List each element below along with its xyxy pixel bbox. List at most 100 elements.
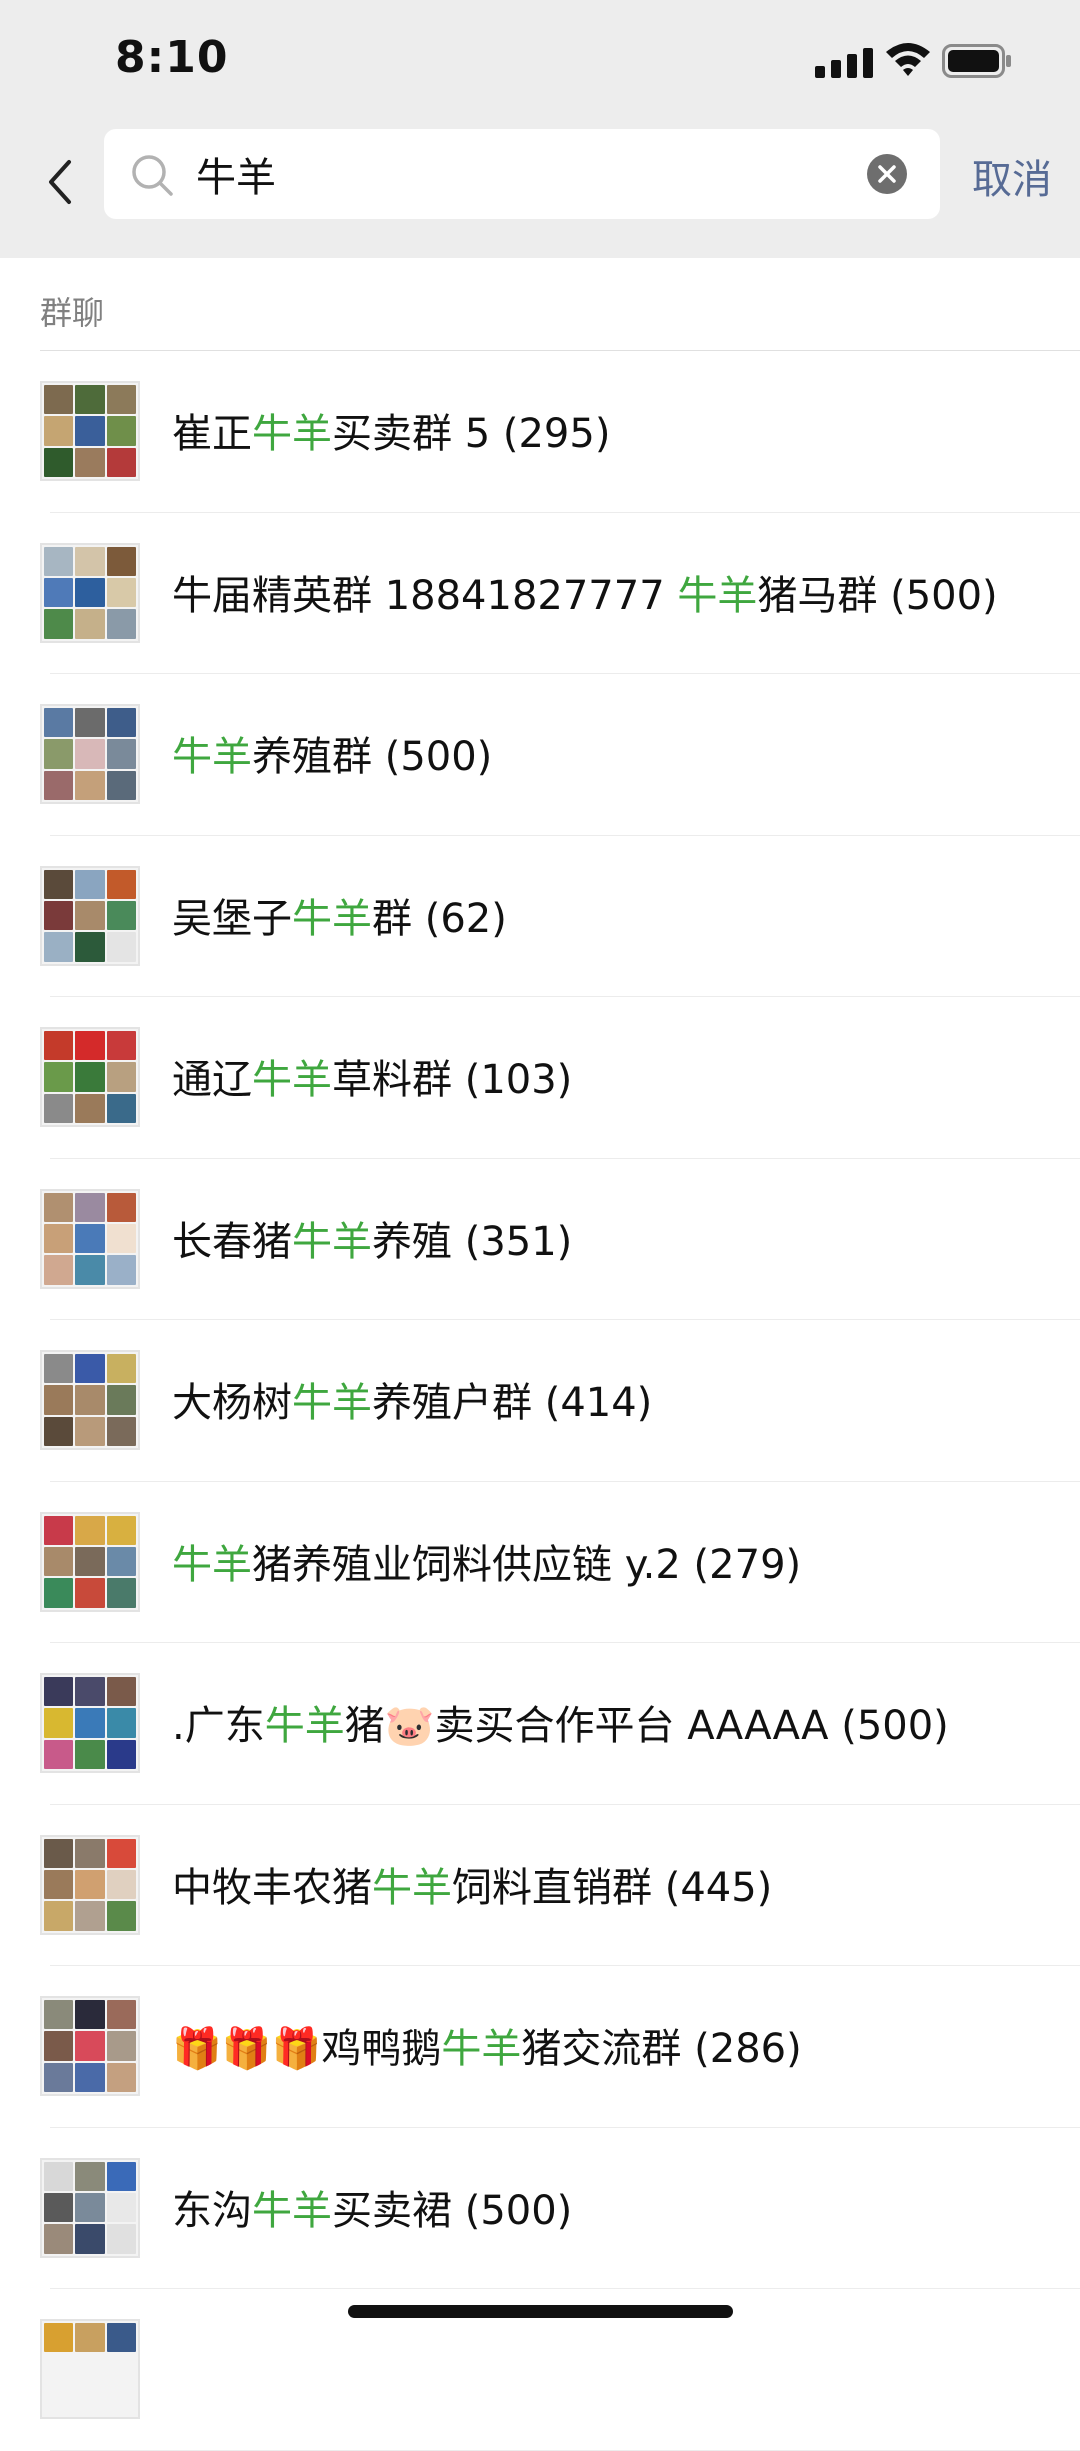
- avatar-tile: [106, 2000, 136, 2030]
- group-avatar: [40, 1188, 140, 1289]
- avatar-tile: [106, 1416, 136, 1446]
- avatar-tile: [44, 1515, 74, 1545]
- avatar-tile: [107, 2354, 136, 2383]
- group-name: 长春猪牛羊养殖 (351): [172, 1209, 572, 1267]
- avatar-tile: [44, 2062, 74, 2092]
- avatar-tile: [75, 1546, 105, 1577]
- group-name-match: 牛羊: [677, 572, 758, 619]
- avatar-tile: [44, 2224, 74, 2254]
- avatar-tile: [106, 1354, 136, 1384]
- chevron-left-icon: [49, 160, 71, 204]
- avatar-tile: [75, 2000, 105, 2030]
- group-chat-row[interactable]: 牛羊养殖群 (500): [0, 674, 1080, 836]
- group-name-suffix: 猪马群 (500): [757, 572, 998, 619]
- avatar-tile: [106, 1062, 136, 1092]
- group-name-prefix: 大杨树: [172, 1380, 292, 1426]
- avatar-tile: [75, 1869, 105, 1900]
- group-name-match: 牛羊: [292, 895, 372, 942]
- group-chat-row[interactable]: 中牧丰农猪牛羊饲料直销群 (445): [0, 1805, 1080, 1966]
- avatar-tile: [106, 609, 136, 639]
- status-bar: 8:10: [0, 0, 1080, 125]
- avatar-tile: [106, 932, 136, 962]
- group-chat-row[interactable]: 长春猪牛羊养殖 (351): [0, 1159, 1080, 1320]
- group-chat-row[interactable]: 通辽牛羊草料群 (103): [0, 997, 1080, 1159]
- group-name: 牛羊养殖群 (500): [172, 724, 492, 782]
- group-name-prefix: 吴堡子: [172, 895, 292, 942]
- avatar-tile: [106, 416, 136, 446]
- group-name-match: 牛羊: [292, 1218, 372, 1265]
- avatar-tile: [44, 577, 74, 608]
- group-chat-row[interactable]: 牛羊猪养殖业饲料供应链 y.2 (279): [0, 1482, 1080, 1643]
- avatar-tile: [44, 2000, 74, 2030]
- avatar-tile: [75, 1416, 105, 1446]
- avatar-tile: [75, 770, 105, 800]
- group-avatar: [40, 1511, 140, 1612]
- avatar-tile: [106, 900, 136, 931]
- avatar-tile: [75, 1223, 105, 1254]
- clear-search-icon[interactable]: [866, 153, 908, 195]
- search-input[interactable]: [196, 143, 836, 205]
- group-name-suffix: 群 (62): [372, 895, 507, 942]
- back-button[interactable]: [35, 147, 83, 217]
- group-avatar: [40, 1834, 140, 1935]
- avatar-tile: [44, 1416, 74, 1446]
- cancel-button[interactable]: 取消: [972, 147, 1052, 205]
- avatar-tile: [75, 1385, 105, 1415]
- search-header: 取消: [0, 125, 1080, 258]
- avatar-tile: [75, 1192, 105, 1222]
- avatar-tile: [44, 1093, 74, 1123]
- avatar-tile: [106, 1578, 136, 1608]
- group-name: 通辽牛羊草料群 (103): [172, 1047, 572, 1105]
- avatar-tile: [44, 1708, 74, 1738]
- group-name-match: 牛羊: [172, 734, 252, 780]
- group-chat-row[interactable]: 东沟牛羊买卖裙 (500): [0, 2128, 1080, 2289]
- avatar-tile: [106, 1739, 136, 1769]
- cellular-signal-icon: [815, 48, 873, 78]
- avatar-tile: [44, 1192, 74, 1222]
- group-name-suffix: 猪交流群 (286): [521, 2026, 802, 2072]
- avatar-tile: [75, 1739, 105, 1769]
- avatar-tile: [106, 770, 136, 800]
- group-name-prefix: 🎁🎁🎁鸡鸭鹅: [172, 2026, 442, 2072]
- avatar-tile: [75, 2354, 104, 2383]
- avatar-tile: [75, 739, 105, 769]
- group-chat-row[interactable]: 崔正牛羊买卖群 5 (295): [0, 351, 1080, 513]
- group-chat-row[interactable]: 大杨树牛羊养殖户群 (414): [0, 1320, 1080, 1482]
- group-chat-results: 崔正牛羊买卖群 5 (295) 牛届精英群 18841827777 牛羊猪马群 (…: [0, 351, 1080, 2451]
- group-name: 东沟牛羊买卖裙 (500): [172, 2178, 572, 2236]
- group-name-suffix: 养殖 (351): [372, 1218, 573, 1265]
- group-name: 崔正牛羊买卖群 5 (295): [172, 401, 610, 459]
- avatar-tile: [75, 2192, 105, 2223]
- avatar-tile: [106, 1192, 136, 1222]
- group-chat-row[interactable]: .广东牛羊猪🐷卖买合作平台 AAAAA (500): [0, 1643, 1080, 1805]
- group-name-match: 牛羊: [172, 1541, 252, 1588]
- avatar-tile: [75, 546, 105, 576]
- avatar-tile: [44, 932, 74, 962]
- search-box[interactable]: [104, 129, 940, 219]
- avatar-tile: [44, 2386, 73, 2415]
- avatar-tile: [75, 900, 105, 931]
- group-name-prefix: 通辽: [172, 1057, 252, 1103]
- group-chat-row[interactable]: 吴堡子牛羊群 (62): [0, 836, 1080, 997]
- avatar-tile: [44, 416, 74, 446]
- avatar-tile: [75, 1031, 105, 1061]
- avatar-tile: [75, 708, 105, 738]
- avatar-tile: [44, 1677, 74, 1707]
- group-name-suffix: 饲料直销群 (445): [452, 1864, 773, 1911]
- group-name-suffix: 猪养殖业饲料供应链 y.2 (279): [252, 1541, 802, 1588]
- wifi-icon: [886, 43, 930, 76]
- group-chat-row[interactable]: 🎁🎁🎁鸡鸭鹅牛羊猪交流群 (286): [0, 1966, 1080, 2128]
- group-name: .广东牛羊猪🐷卖买合作平台 AAAAA (500): [172, 1693, 949, 1751]
- avatar-tile: [44, 385, 74, 415]
- avatar-tile: [44, 2323, 74, 2353]
- avatar-tile: [106, 708, 136, 738]
- avatar-tile: [75, 2224, 105, 2254]
- group-avatar: [40, 1996, 140, 2096]
- avatar-tile: [44, 1255, 74, 1285]
- group-avatar: [40, 2319, 140, 2419]
- search-icon: [132, 155, 173, 196]
- group-name-suffix: 养殖群 (500): [252, 734, 493, 780]
- avatar-tile: [44, 2161, 74, 2191]
- group-name: 大杨树牛羊养殖户群 (414): [172, 1370, 652, 1428]
- group-chat-row[interactable]: 牛届精英群 18841827777 牛羊猪马群 (500): [0, 513, 1080, 674]
